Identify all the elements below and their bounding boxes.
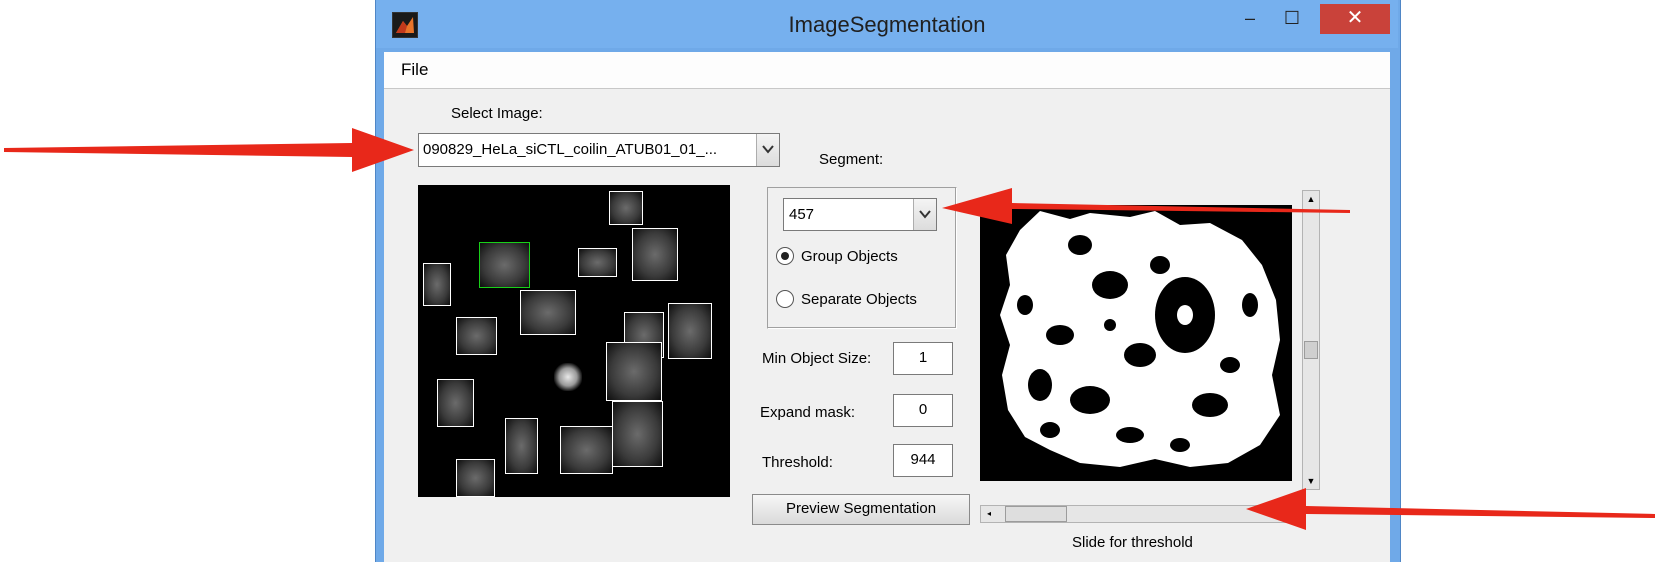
red-arrow-annotation: [4, 128, 1655, 530]
annotation-overlay: [4, 128, 1655, 530]
